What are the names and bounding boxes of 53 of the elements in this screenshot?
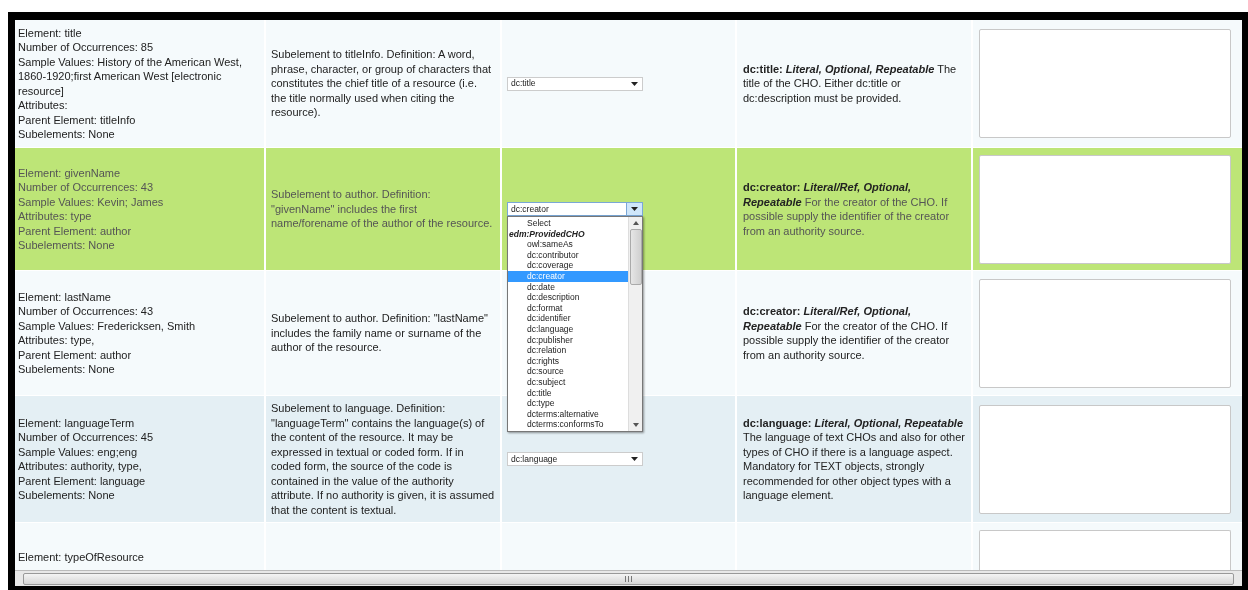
scroll-up-icon[interactable] [632, 221, 639, 225]
element-info: Element: givenName Number of Occurrences: 43 Sample Values: Kevin; James Attributes: type Parent Element: author Subelements: None [18, 165, 165, 253]
grip-icon [625, 575, 632, 582]
caret-icon [630, 81, 638, 86]
definition-text: Subelement to author. Definition: "givenName" includes the first name/forename of the author of the resource. [271, 187, 494, 231]
dropdown-option[interactable]: dc:type [508, 398, 628, 409]
definition-text: Subelement to author. Definition: "lastName" includes the family name or surname of the author of the resource. [271, 311, 489, 355]
dropdown-option[interactable]: dc:format [508, 302, 628, 314]
dropdown-option[interactable]: dc:source [508, 366, 628, 377]
table-row[interactable] [15, 396, 1242, 523]
element-info: Element: lastName Number of Occurrences: 43 Sample Values: Fredericksen, Smith Attributes: type, Parent Element: author Subelements: None [18, 289, 197, 377]
horizontal-scrollbar[interactable] [15, 570, 1242, 586]
dropdown-option[interactable]: Select [508, 218, 628, 229]
scroll-down-icon[interactable] [632, 422, 639, 427]
mapping-select[interactable]: dc:creator [507, 202, 643, 216]
scrollbar-thumb[interactable] [23, 572, 1234, 585]
mapping-note: dc:creator: Literal/Ref, Optional, Repeatable For the creator of the CHO. If possible supply the identifier of the creator from an authority source. [743, 304, 951, 362]
caret-icon [631, 207, 638, 211]
text-area[interactable] [979, 154, 1231, 264]
dropdown-option[interactable]: dc:subject [508, 376, 628, 388]
element-info: Element: typeOfResource [18, 549, 145, 564]
caret-icon [630, 457, 638, 461]
dropdown-option[interactable]: dc:description [508, 292, 628, 303]
element-info: Element: title Number of Occurrences: 85 Sample Values: History of the American West, 1860-1920;first American West [electronic resource] Attributes: Parent Element: titleInfo Subelements: None [18, 25, 243, 142]
dropdown-option[interactable]: dc:language [508, 323, 628, 335]
table-row[interactable] [15, 271, 1242, 396]
table-row[interactable] [15, 20, 1242, 148]
text-area[interactable] [979, 278, 1231, 388]
mapping-note: dc:title: Literal, Optional, Repeatable The title of the CHO. Either dc:title or dc:description must be provided. [743, 61, 958, 106]
text-area[interactable] [979, 530, 1231, 570]
dropdown-option[interactable]: dc:date [508, 281, 628, 293]
dropdown-option[interactable]: dc:coverage [508, 260, 628, 271]
dropdown-scrollbar[interactable] [628, 217, 642, 431]
mapping-note: dc:creator: Literal/Ref, Optional, Repeatable For the creator of the CHO. If possible supply the identifier of the creator from an authority source. [743, 180, 951, 238]
definition-text: Subelement to language. Definition: "languageTerm" contains the language(s) of the content of the resource. It may be expressed in textual or coded form. If in coded form, the source of the code is contained in the value of the authority attribute. If no authority is given, it is assumed that the content is textual. [271, 401, 495, 517]
mapping-note: dc:language: Literal, Optional, Repeatable The language of text CHOs and also for other types of CHO if there is a language aspect. Mandatory for TEXT objects, strongly recommended for other object types with a language element. [743, 415, 965, 503]
text-area[interactable] [979, 404, 1231, 514]
definition-text: Subelement to titleInfo. Definition: A word, phrase, character, or group of characters that constitutes the chief title of a resource (i.e. the title normally used when citing the resource). [271, 47, 493, 120]
mapping-select[interactable]: dc:language [507, 452, 643, 466]
dropdown-option[interactable]: dc:relation [508, 345, 628, 356]
dropdown-option[interactable]: dc:title [508, 387, 628, 399]
dropdown-option[interactable]: dcterms:alternative [508, 408, 628, 420]
dropdown-option[interactable]: dc:rights [508, 355, 628, 367]
dropdown-option[interactable]: dc:publisher [508, 334, 628, 346]
dropdown-option[interactable]: dc:identifier [508, 313, 628, 324]
mapping-select[interactable]: dc:title [507, 76, 643, 91]
element-info: Element: languageTerm Number of Occurrences: 45 Sample Values: eng;eng Attributes: authority, type, Parent Element: language Subelements: None [18, 415, 155, 503]
dropdown-option[interactable]: dcterms:conformsTo [508, 419, 628, 430]
dropdown-option[interactable]: owl:sameAs [508, 239, 628, 250]
scrollbar-thumb[interactable] [629, 229, 642, 285]
option-group-label: edm:ProvidedCHO [508, 228, 586, 240]
dropdown-option[interactable]: dc:contributor [508, 249, 628, 261]
text-area[interactable] [979, 29, 1231, 138]
